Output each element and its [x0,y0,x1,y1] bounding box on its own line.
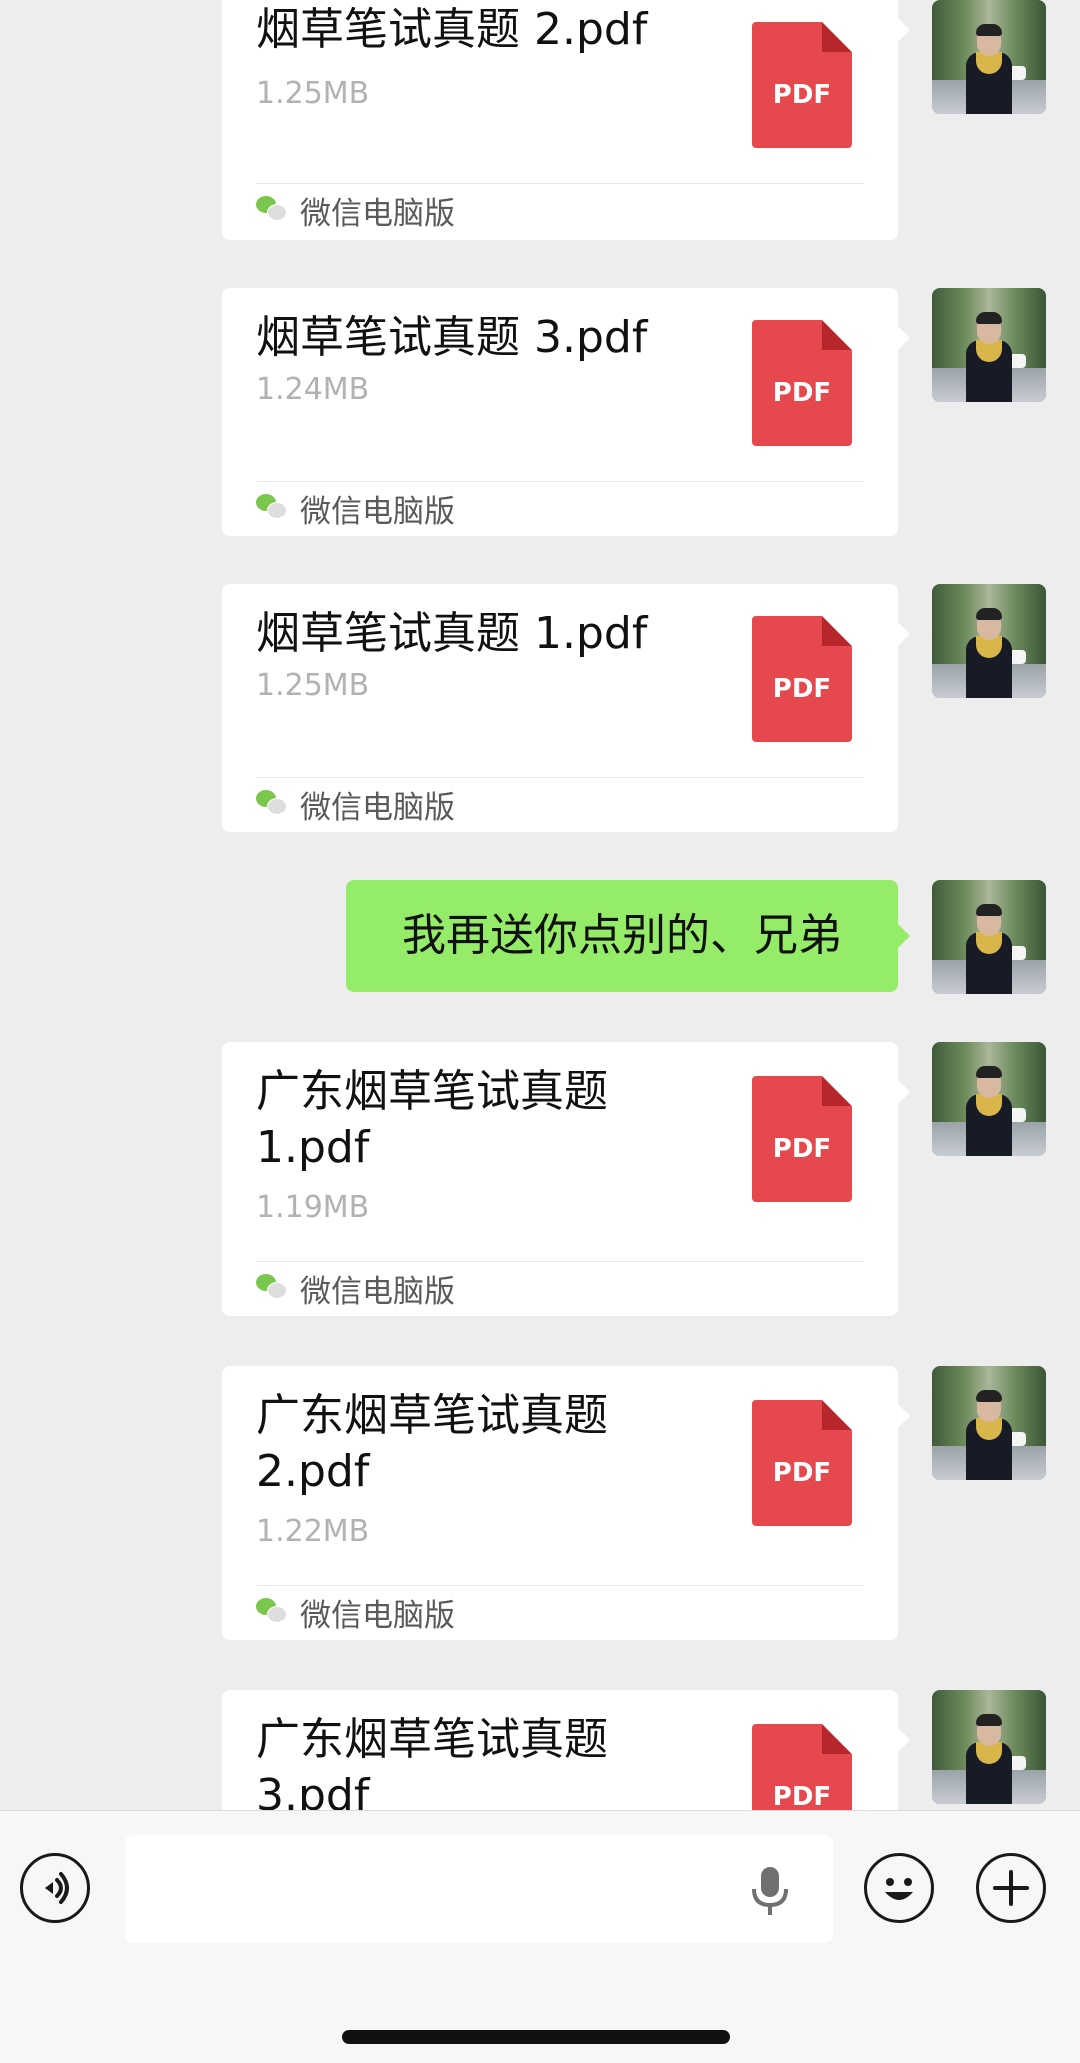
pdf-file-icon: PDF [752,1076,852,1202]
file-name: 广东烟草笔试真题1.pdf [256,1066,608,1173]
pdf-fold [822,22,852,52]
file-card[interactable]: 烟草笔试真题 1.pdf 1.25MB PDF 微信电脑版 [222,584,910,832]
avatar[interactable] [932,584,1046,698]
chat-message-list[interactable]: 烟草笔试真题 2.pdf 1.25MB PDF 微信电脑版 烟草笔试真题 3.p… [0,0,1080,1810]
chat-input-bar [0,1810,1080,2063]
pdf-icon-label: PDF [772,1782,832,1810]
file-name: 烟草笔试真题 1.pdf [256,608,648,659]
pdf-file-icon: PDF [752,616,852,742]
file-size: 1.25MB [256,76,370,111]
file-name: 广东烟草笔试真题2.pdf [256,1390,608,1497]
pdf-fold [822,1076,852,1106]
pdf-icon-label: PDF [772,378,832,408]
card-divider [256,481,864,482]
pdf-fold [822,616,852,646]
wechat-icon [256,196,288,222]
voice-mode-icon [45,1872,69,1904]
emoji-icon [885,1878,913,1900]
emoji-button[interactable] [864,1853,934,1923]
pdf-fold [822,320,852,350]
source-label: 微信电脑版 [300,790,455,826]
avatar[interactable] [932,1366,1046,1480]
file-size: 1.22MB [256,1514,370,1549]
source-label: 微信电脑版 [300,494,455,530]
pdf-fold [822,1400,852,1430]
file-name: 烟草笔试真题 3.pdf [256,312,648,363]
file-card[interactable]: 广东烟草笔试真题1.pdf 1.19MB PDF 微信电脑版 [222,1042,910,1316]
avatar[interactable] [932,1690,1046,1804]
pdf-icon-label: PDF [772,674,832,704]
avatar[interactable] [932,288,1046,402]
card-divider [256,183,864,184]
avatar[interactable] [932,1042,1046,1156]
source-label: 微信电脑版 [300,196,455,232]
file-name: 广东烟草笔试真题3.pdf [256,1714,608,1810]
plus-button[interactable] [976,1853,1046,1923]
wechat-icon [256,790,288,816]
card-divider [256,777,864,778]
wechat-icon [256,1274,288,1300]
pdf-file-icon: PDF [752,320,852,446]
file-size: 1.24MB [256,372,370,407]
file-name: 烟草笔试真题 2.pdf [256,4,648,55]
file-size: 1.19MB [256,1190,370,1225]
file-card[interactable]: 烟草笔试真题 3.pdf 1.24MB PDF 微信电脑版 [222,288,910,536]
file-card[interactable]: 广东烟草笔试真题2.pdf 1.22MB PDF 微信电脑版 [222,1366,910,1640]
message-text-input[interactable] [125,1835,833,1943]
pdf-icon-label: PDF [772,1458,832,1488]
source-label: 微信电脑版 [300,1598,455,1634]
pdf-file-icon: PDF [752,1724,852,1810]
card-divider [256,1585,864,1586]
file-size: 1.25MB [256,668,370,703]
pdf-file-icon: PDF [752,1400,852,1526]
plus-icon [993,1870,1029,1906]
voice-mode-button[interactable] [20,1853,90,1923]
microphone-icon[interactable] [748,1865,792,1917]
pdf-icon-label: PDF [772,80,832,110]
pdf-file-icon: PDF [752,22,852,148]
wechat-icon [256,494,288,520]
pdf-icon-label: PDF [772,1134,832,1164]
message-bubble[interactable]: 我再送你点别的、兄弟 [346,880,910,992]
avatar[interactable] [932,880,1046,994]
wechat-icon [256,1598,288,1624]
card-divider [256,1261,864,1262]
home-indicator[interactable] [342,2030,730,2044]
source-label: 微信电脑版 [300,1274,455,1310]
pdf-fold [822,1724,852,1754]
avatar[interactable] [932,0,1046,114]
file-card[interactable]: 广东烟草笔试真题3.pdf PDF [222,1690,910,1810]
file-card[interactable]: 烟草笔试真题 2.pdf 1.25MB PDF 微信电脑版 [222,0,910,240]
